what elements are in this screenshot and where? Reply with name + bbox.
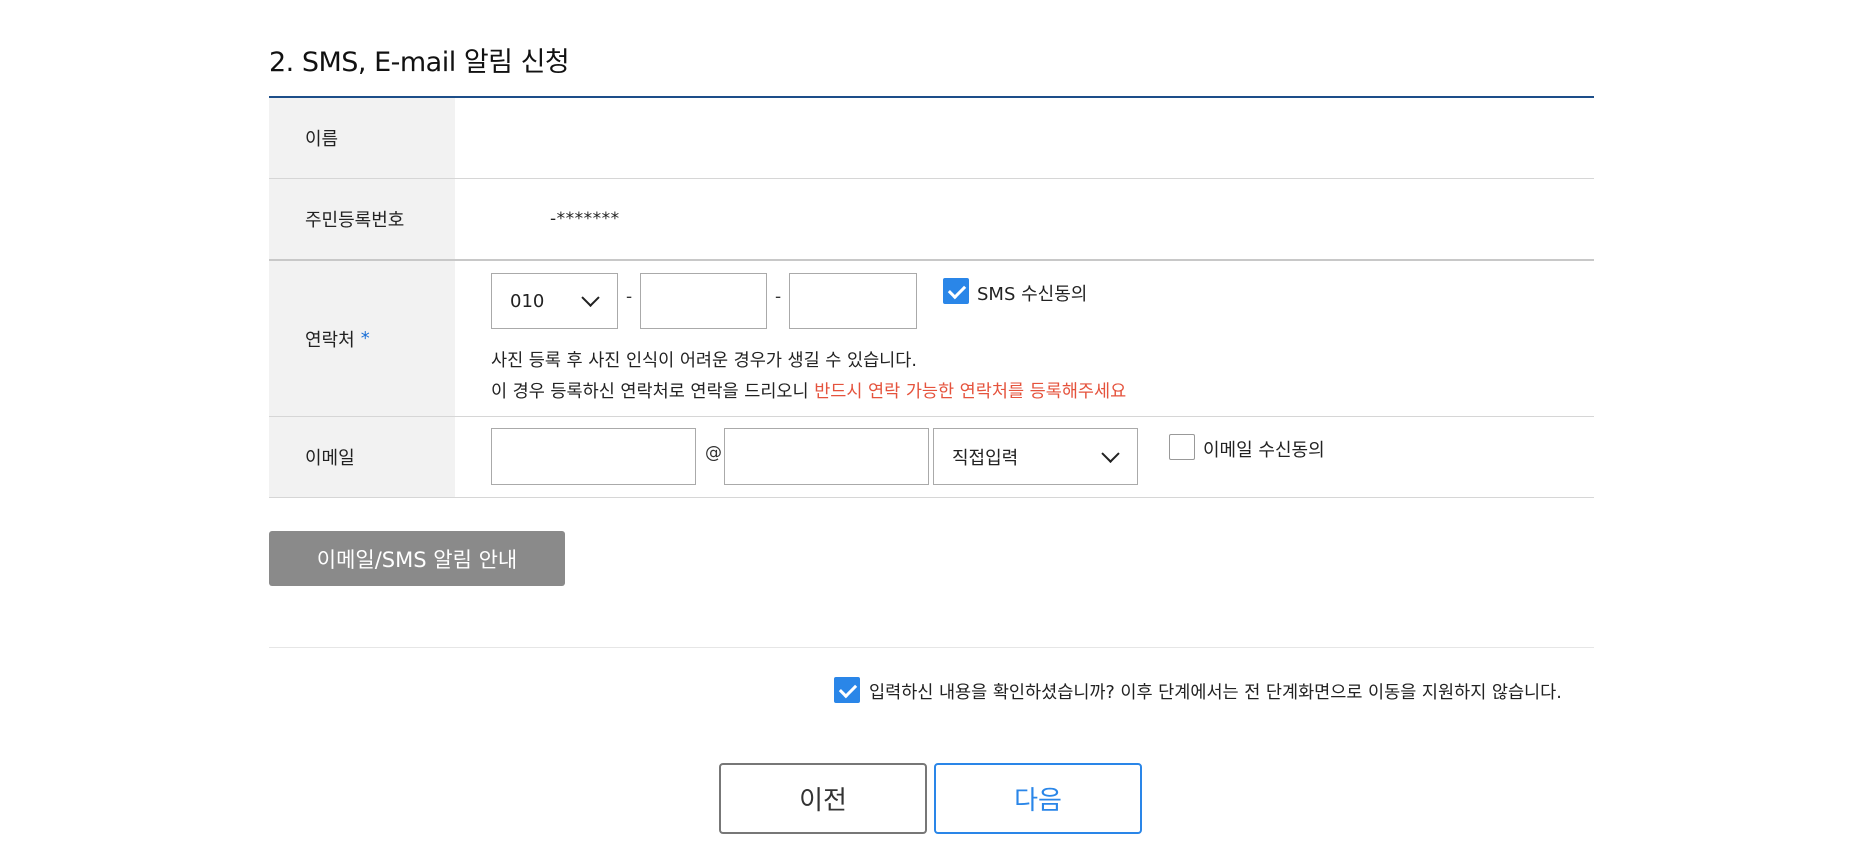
email-domain-input[interactable] (724, 428, 929, 485)
phone-row: 연락처 * 010 - - SMS 수신동의 사진 등록 후 사진 인식이 어려… (269, 261, 1594, 417)
notice-highlight: 반드시 연락 가능한 연락처를 등록해주세요 (814, 382, 1127, 402)
email-sms-guide-button[interactable]: 이메일/SMS 알림 안내 (269, 531, 565, 586)
form-table: 이름 주민등록번호 -******* 연락처 * 010 - - SMS 수신동… (269, 96, 1594, 498)
email-domain-select-value: 직접입력 (952, 447, 1019, 469)
phone-last-input[interactable] (789, 273, 917, 329)
phone-notice-line1: 사진 등록 후 사진 인식이 어려운 경우가 생길 수 있습니다. (491, 351, 917, 371)
section-title: 2. SMS, E-mail 알림 신청 (269, 47, 570, 78)
phone-middle-input[interactable] (640, 273, 767, 329)
phone-separator: - (626, 287, 633, 307)
ssn-masked-value: -******* (550, 209, 620, 229)
name-row: 이름 (269, 98, 1594, 179)
phone-label: 연락처 (305, 329, 355, 351)
confirm-label: 입력하신 내용을 확인하셨습니까? 이후 단계에서는 전 단계화면으로 이동을 … (869, 683, 1562, 703)
notice-text: 이 경우 등록하신 연락처로 연락을 드리오니 (491, 382, 815, 402)
email-domain-select[interactable]: 직접입력 (933, 428, 1138, 485)
confirm-checkbox[interactable] (834, 677, 860, 703)
confirm-row: 입력하신 내용을 확인하셨습니까? 이후 단계에서는 전 단계화면으로 이동을 … (834, 676, 1594, 704)
email-consent-checkbox[interactable] (1169, 434, 1195, 460)
phone-label-cell: 연락처 * (269, 261, 455, 416)
at-sign: @ (705, 443, 722, 463)
ssn-label: 주민등록번호 (269, 179, 455, 259)
email-consent-label: 이메일 수신동의 (1203, 440, 1325, 461)
required-mark: * (360, 328, 370, 349)
chevron-down-icon (581, 288, 600, 307)
divider (269, 647, 1594, 648)
email-label: 이메일 (269, 417, 455, 497)
chevron-down-icon (1101, 444, 1120, 463)
phone-cell: 010 - - SMS 수신동의 사진 등록 후 사진 인식이 어려운 경우가 … (455, 261, 1594, 416)
ssn-cell: -******* (455, 179, 1594, 259)
name-value (455, 98, 1594, 178)
email-cell: @ 직접입력 이메일 수신동의 (455, 417, 1594, 497)
name-label: 이름 (269, 98, 455, 178)
sms-consent-checkbox[interactable] (943, 278, 969, 304)
ssn-row: 주민등록번호 -******* (269, 179, 1594, 261)
email-local-input[interactable] (491, 428, 696, 485)
next-button[interactable]: 다음 (934, 763, 1142, 834)
phone-notice-line2: 이 경우 등록하신 연락처로 연락을 드리오니 반드시 연락 가능한 연락처를 … (491, 378, 1126, 403)
phone-prefix-value: 010 (510, 290, 545, 312)
sms-consent-label: SMS 수신동의 (977, 284, 1088, 305)
phone-prefix-select[interactable]: 010 (491, 273, 618, 329)
prev-button[interactable]: 이전 (719, 763, 927, 834)
email-row: 이메일 @ 직접입력 이메일 수신동의 (269, 417, 1594, 498)
phone-separator: - (775, 287, 782, 307)
